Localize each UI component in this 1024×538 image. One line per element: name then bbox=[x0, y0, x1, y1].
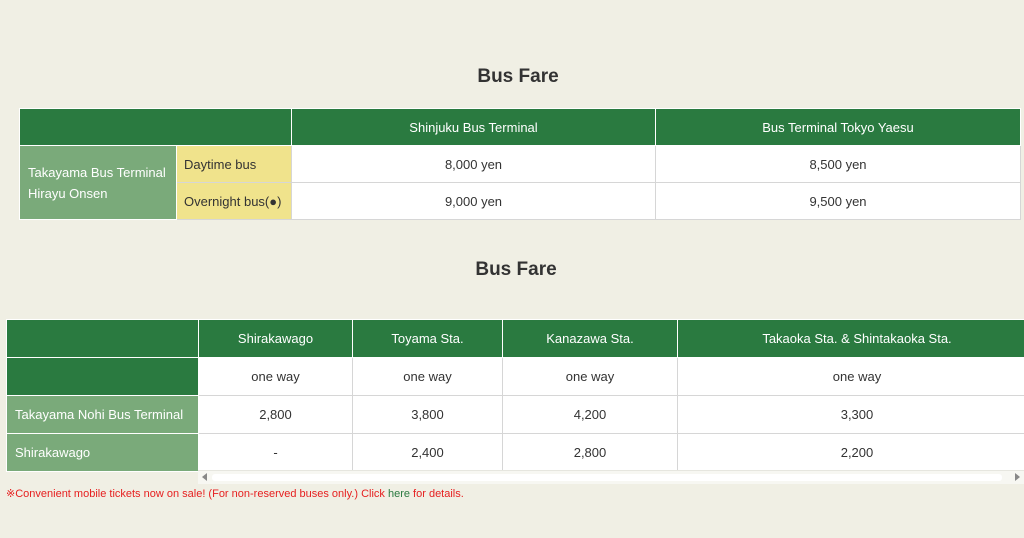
details-link[interactable]: here bbox=[388, 488, 410, 500]
fare-cell: 3,800 bbox=[352, 395, 503, 434]
origin-line-hirayu: Hirayu Onsen bbox=[28, 185, 108, 201]
bus-type-overnight: Overnight bus(●) bbox=[176, 182, 292, 220]
column-header-toyama: Toyama Sta. bbox=[352, 319, 503, 358]
fare-cell: 8,000 yen bbox=[291, 145, 656, 183]
row-label-shirakawago: Shirakawago bbox=[6, 433, 199, 472]
fare-cell: 2,200 bbox=[677, 433, 1024, 472]
scrollbar-thumb[interactable] bbox=[212, 474, 1002, 481]
scroll-left-arrow-icon[interactable] bbox=[202, 473, 207, 481]
column-header-shinjuku: Shinjuku Bus Terminal bbox=[291, 108, 656, 146]
one-way-label: one way bbox=[352, 357, 503, 396]
scroll-right-arrow-icon[interactable] bbox=[1015, 473, 1020, 481]
table-row: Takayama Nohi Bus Terminal 2,800 3,800 4… bbox=[6, 395, 1024, 434]
section-title-bus-fare-1: Bus Fare bbox=[477, 66, 559, 87]
table-row: Takayama Bus Terminal Hirayu Onsen Dayti… bbox=[19, 145, 1021, 220]
table-header-row: Shirakawago Toyama Sta. Kanazawa Sta. Ta… bbox=[6, 319, 1024, 358]
fare-cell: 8,500 yen bbox=[655, 145, 1021, 183]
one-way-label: one way bbox=[198, 357, 353, 396]
subheader-row: one way one way one way one way bbox=[6, 357, 1024, 396]
bus-type-daytime: Daytime bus bbox=[176, 145, 292, 183]
column-header-tokyo-yaesu: Bus Terminal Tokyo Yaesu bbox=[655, 108, 1021, 146]
fare-cell: 3,300 bbox=[677, 395, 1024, 434]
page: Bus Fare Shinjuku Bus Terminal Bus Termi… bbox=[0, 0, 1024, 538]
fare-cell: 9,500 yen bbox=[655, 182, 1021, 220]
one-way-label: one way bbox=[502, 357, 678, 396]
fare-table-tokyo: Shinjuku Bus Terminal Bus Terminal Tokyo… bbox=[19, 108, 1021, 220]
row-label-takayama: Takayama Nohi Bus Terminal bbox=[6, 395, 199, 434]
fare-cell: 2,800 bbox=[502, 433, 678, 472]
notice-text-before: ※Convenient mobile tickets now on sale! … bbox=[6, 488, 388, 500]
subheader-corner-cell bbox=[6, 357, 199, 396]
fare-cell: 4,200 bbox=[502, 395, 678, 434]
one-way-label: one way bbox=[677, 357, 1024, 396]
origin-line-takayama: Takayama Bus Terminal bbox=[28, 164, 166, 180]
fare-table-hokuriku: Shirakawago Toyama Sta. Kanazawa Sta. Ta… bbox=[6, 319, 1024, 472]
header-corner-cell bbox=[6, 319, 199, 358]
fare-cell: 2,800 bbox=[198, 395, 353, 434]
origin-cell: Takayama Bus Terminal Hirayu Onsen bbox=[19, 145, 177, 220]
column-header-shirakawago: Shirakawago bbox=[198, 319, 353, 358]
notice-text-after: for details. bbox=[410, 488, 464, 500]
table-header-row: Shinjuku Bus Terminal Bus Terminal Tokyo… bbox=[19, 108, 1021, 146]
mobile-ticket-notice: ※Convenient mobile tickets now on sale! … bbox=[6, 487, 464, 500]
fare-cell: 2,400 bbox=[352, 433, 503, 472]
section-title-bus-fare-2: Bus Fare bbox=[475, 259, 557, 280]
table-row: Shirakawago - 2,400 2,800 2,200 bbox=[6, 433, 1024, 472]
fare-cell: - bbox=[198, 433, 353, 472]
header-corner-cell bbox=[19, 108, 292, 146]
horizontal-scrollbar[interactable] bbox=[198, 470, 1024, 484]
column-header-kanazawa: Kanazawa Sta. bbox=[502, 319, 678, 358]
fare-cell: 9,000 yen bbox=[291, 182, 656, 220]
column-header-takaoka: Takaoka Sta. & Shintakaoka Sta. bbox=[677, 319, 1024, 358]
